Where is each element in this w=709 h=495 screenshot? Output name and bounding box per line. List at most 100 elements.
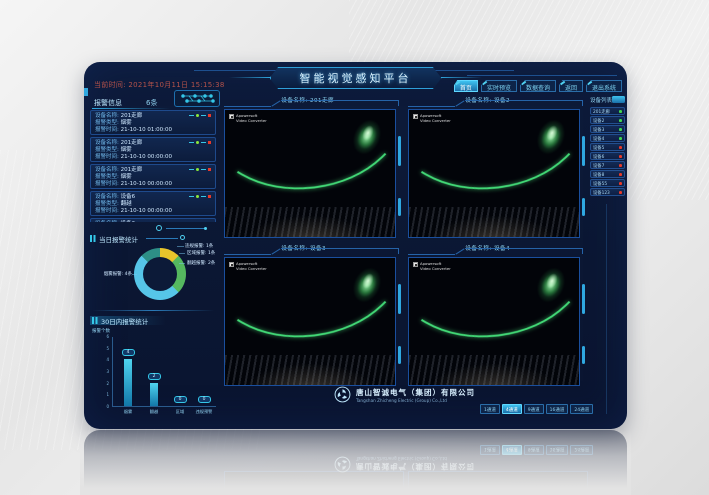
status-dot-icon bbox=[619, 182, 622, 185]
alarm-time: 21-10-10 00:00:00 bbox=[121, 154, 172, 160]
machinery-silhouette bbox=[225, 207, 395, 237]
device-list-item[interactable]: 设备3 bbox=[590, 125, 625, 133]
alarm-card[interactable]: 设备名称: 设备6 报警类型: 翻越 报警时间: 21-10-10 00:00:… bbox=[90, 218, 216, 222]
status-dot-icon bbox=[619, 110, 622, 113]
company-brand: 唐山智诚电气（集团）有限公司 Tangshan Zhicheng Electri… bbox=[334, 386, 475, 403]
alarm-panel: 报警信息 6条 设备名称: 201走廊 报警类型: 烟雾 报警时间: 21-10… bbox=[90, 96, 218, 418]
device-list-item[interactable]: 设备8 bbox=[590, 170, 625, 178]
red-dot-icon bbox=[208, 168, 211, 171]
video-feed[interactable]: ApowersoftVideo Converter bbox=[224, 257, 396, 386]
device-list-item[interactable]: 设备2 bbox=[590, 116, 625, 124]
video-panel: 设备名称: 设备2 ApowersoftVideo Converter bbox=[406, 96, 586, 240]
video-feed[interactable]: ApowersoftVideo Converter bbox=[224, 109, 396, 238]
corner-accent bbox=[84, 88, 88, 96]
network-topology-icon bbox=[174, 90, 220, 107]
page-title-text: 智能视觉感知平台 bbox=[300, 70, 412, 86]
bar-value-label: 4 bbox=[122, 349, 135, 356]
device-list-item[interactable]: 设备6 bbox=[590, 152, 625, 160]
alarm-device: 设备6 bbox=[121, 221, 136, 222]
watermark-logo-icon bbox=[229, 114, 234, 119]
x-tick-label: 区域 bbox=[167, 409, 193, 415]
device-list-item[interactable]: 设备55 bbox=[590, 179, 625, 187]
alarm-time: 21-10-10 00:00:00 bbox=[121, 208, 172, 214]
monthly-stats-title: 30日内报警统计 bbox=[90, 316, 166, 325]
main-nav: 首页 实时预览 数据查询 返回 退出系统 bbox=[454, 80, 622, 92]
status-dot-icon bbox=[619, 173, 622, 176]
daily-stats-title: 当日报警统计 bbox=[90, 234, 138, 243]
alarm-count-badge: 6条 bbox=[146, 98, 157, 108]
green-dot-icon bbox=[196, 168, 199, 171]
alarm-type: 烟雾 bbox=[121, 174, 132, 180]
nav-button-home[interactable]: 首页 bbox=[454, 80, 478, 92]
channel-button-16[interactable]: 16通道 bbox=[546, 404, 569, 414]
alarm-card[interactable]: 设备名称: 201走廊 报警类型: 烟雾 报警时间: 21-10-10 00:0… bbox=[90, 137, 216, 162]
device-list-item[interactable]: 设备5 bbox=[590, 143, 625, 151]
device-search-button[interactable] bbox=[612, 96, 625, 103]
status-dot-icon bbox=[619, 146, 622, 149]
video-panel: 设备名称: 设备4 ApowersoftVideo Converter bbox=[406, 244, 586, 388]
bar-area bbox=[176, 406, 184, 407]
alarm-time: 21-10-10 01:00:00 bbox=[121, 127, 172, 133]
donut-label: 翻越报警: 2条 bbox=[187, 260, 215, 266]
section-marker-icon bbox=[90, 235, 96, 242]
red-dot-icon bbox=[208, 141, 211, 144]
donut-label: 烟雾报警: 4条 bbox=[92, 271, 132, 277]
channel-button-9[interactable]: 9通道 bbox=[524, 404, 544, 414]
device-list-item[interactable]: 设备123 bbox=[590, 188, 625, 196]
green-dot-icon bbox=[196, 195, 199, 198]
device-list-item[interactable]: 设备4 bbox=[590, 134, 625, 142]
device-list-item[interactable]: 201走廊 bbox=[590, 107, 625, 115]
machinery-silhouette bbox=[409, 207, 579, 237]
video-feed[interactable]: ApowersoftVideo Converter bbox=[408, 257, 580, 386]
alarm-status-icons bbox=[189, 195, 211, 198]
dashboard-panel: 当前时间: 2021年10月11日 15:15:38 智能视觉感知平台 首页 实… bbox=[84, 62, 627, 429]
alarm-device: 201走廊 bbox=[121, 140, 143, 146]
video-panel: 设备名称: 设备3 ApowersoftVideo Converter bbox=[222, 244, 402, 388]
channel-button-1[interactable]: 1通道 bbox=[480, 404, 500, 414]
donut-label: 区域报警: 1条 bbox=[187, 250, 215, 256]
alarm-type: 烟雾 bbox=[121, 147, 132, 153]
alarm-device: 201走廊 bbox=[121, 113, 143, 119]
alarm-card[interactable]: 设备名称: 201走廊 报警类型: 烟雾 报警时间: 21-10-10 01:0… bbox=[90, 110, 216, 135]
donut-label: 违规报警: 1条 bbox=[185, 243, 213, 249]
nav-button-live-preview[interactable]: 实时预览 bbox=[481, 80, 517, 92]
company-name-en: Tangshan Zhicheng Electric (Group) Co.,L… bbox=[356, 398, 475, 403]
daily-donut-chart bbox=[134, 248, 186, 300]
device-list: 201走廊 设备2 设备3 设备4 设备5 设备6 设备7 设备8 设备55 设… bbox=[590, 107, 625, 197]
nav-button-exit[interactable]: 退出系统 bbox=[586, 80, 622, 92]
channel-switcher: 1通道 4通道 9通道 16通道 24通道 bbox=[480, 404, 593, 414]
watermark: ApowersoftVideo Converter bbox=[229, 262, 267, 271]
page-title: 智能视觉感知平台 bbox=[270, 67, 442, 89]
bar-value-label: 2 bbox=[148, 373, 161, 380]
status-dot-icon bbox=[619, 119, 622, 122]
machinery-silhouette bbox=[409, 355, 579, 385]
list-slider[interactable] bbox=[90, 225, 216, 233]
title-wing bbox=[229, 77, 271, 78]
header-line bbox=[194, 70, 284, 71]
slider-end-dot bbox=[204, 227, 207, 230]
green-dot-icon bbox=[196, 141, 199, 144]
panel-reflection: 唐山智诚电气（集团）有限公司 Tangshan Zhicheng Electri… bbox=[84, 430, 627, 492]
alarm-device: 201走廊 bbox=[121, 167, 143, 173]
channel-button-24[interactable]: 24通道 bbox=[570, 404, 593, 414]
green-dot-icon bbox=[196, 114, 199, 117]
x-tick-label: 烟雾 bbox=[115, 409, 141, 415]
alarm-panel-title: 报警信息 bbox=[94, 98, 122, 108]
status-dot-icon bbox=[619, 155, 622, 158]
video-feed[interactable]: ApowersoftVideo Converter bbox=[408, 109, 580, 238]
slider-handle[interactable] bbox=[156, 225, 162, 231]
bar-value-label: 0 bbox=[198, 396, 211, 403]
alarm-card[interactable]: 设备名称: 设备6 报警类型: 翻越 报警时间: 21-10-10 00:00:… bbox=[90, 191, 216, 216]
video-panel: 设备名称: 201走廊 ApowersoftVideo Converter bbox=[222, 96, 402, 240]
nav-button-data-query[interactable]: 数据查询 bbox=[520, 80, 556, 92]
channel-button-4[interactable]: 4通道 bbox=[502, 404, 522, 414]
nav-button-back[interactable]: 返回 bbox=[559, 80, 583, 92]
device-list-item[interactable]: 设备7 bbox=[590, 161, 625, 169]
watermark-logo-icon bbox=[413, 114, 418, 119]
watermark: ApowersoftVideo Converter bbox=[413, 114, 451, 123]
alarm-list: 设备名称: 201走廊 报警类型: 烟雾 报警时间: 21-10-10 01:0… bbox=[90, 110, 216, 222]
status-dot-icon bbox=[619, 128, 622, 131]
bar-violation bbox=[200, 406, 208, 407]
alarm-card[interactable]: 设备名称: 201走廊 报警类型: 烟雾 报警时间: 21-10-10 00:0… bbox=[90, 164, 216, 189]
section-marker-icon bbox=[92, 317, 98, 324]
